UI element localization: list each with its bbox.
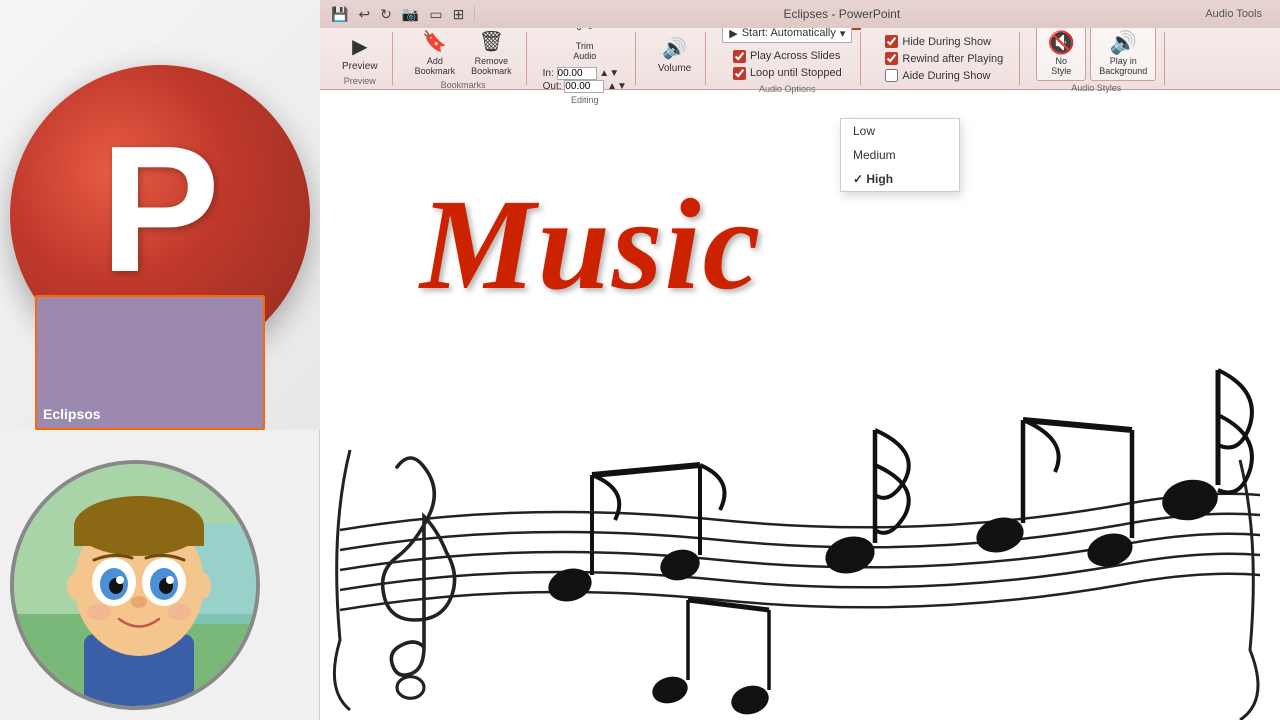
fade-duration-out: Out: ▲▼ [543, 80, 627, 93]
volume-high[interactable]: ✓ High [841, 167, 959, 191]
undo-icon[interactable]: ↩ [355, 4, 373, 25]
dropdown-arrow: ▾ [840, 27, 846, 40]
avatar [10, 460, 260, 710]
trim-label: TrimAudio [573, 41, 596, 61]
fade-in-input[interactable] [557, 67, 597, 80]
group-preview: ▶ Preview Preview [328, 32, 393, 85]
start-label: Start: Automatically [742, 27, 836, 39]
audio-tools-label: Audio Tools [1205, 8, 1262, 20]
play-icon-small: ▶ [729, 27, 737, 40]
separator [474, 6, 475, 22]
slide-thumbnail[interactable]: Eclipsos [35, 295, 265, 430]
preview-label: Preview [342, 61, 378, 72]
play-bg-label: Play inBackground [1099, 56, 1147, 76]
redo-icon[interactable]: ↻ [377, 4, 395, 25]
slide-icon[interactable]: ▭ [426, 4, 445, 25]
save-icon[interactable]: 💾 [328, 4, 351, 25]
volume-label: Volume [658, 63, 691, 74]
fade-duration-in: In: ▲▼ [543, 67, 627, 80]
play-across-slides-check[interactable]: Play Across Slides [733, 50, 842, 63]
group-audio-styles: 🔇 NoStyle 🔊 Play inBackground Audio Styl… [1028, 32, 1165, 85]
group-editing: ✂ TrimAudio In: ▲▼ Out: ▲▼ Editing [535, 32, 636, 85]
bookmarks-group-label: Bookmarks [441, 80, 486, 90]
play-bg-icon: 🔊 [1110, 30, 1137, 56]
add-bookmark-icon: 🔖 [422, 29, 447, 54]
hide-during-show-check[interactable]: Hide During Show [885, 35, 1003, 48]
volume-medium[interactable]: Medium [841, 143, 959, 167]
show-checkboxes: Hide During Show Rewind after Playing Ai… [877, 33, 1011, 84]
add-bookmark-label: AddBookmark [415, 56, 456, 76]
play-background-button[interactable]: 🔊 Play inBackground [1090, 25, 1156, 81]
group-volume: 🔊 Volume [644, 32, 706, 85]
slide-thumb-content: Eclipsos [37, 297, 263, 428]
group-audio-options: ▶ Start: Automatically ▾ Play Across Sli… [714, 32, 861, 85]
no-style-icon: 🔇 [1048, 30, 1075, 56]
preview-button[interactable]: ▶ Preview [336, 32, 384, 74]
add-bookmark-button[interactable]: 🔖 AddBookmark [409, 27, 462, 78]
group-bookmarks: 🔖 AddBookmark 🗑 RemoveBookmark Bookmarks [401, 32, 527, 85]
remove-bookmark-icon: 🗑 [479, 29, 504, 54]
no-style-button[interactable]: 🔇 NoStyle [1036, 25, 1086, 81]
ribbon-content: ▶ Preview Preview 🔖 AddBookmark 🗑 Remove… [320, 28, 1280, 89]
volume-dropdown: Low Medium ✓ High [840, 118, 960, 192]
slide-thumb-title: Eclipsos [43, 406, 101, 422]
pp-letter: P [100, 120, 220, 300]
volume-icon: 🔊 [662, 36, 687, 61]
slide-area: Music [320, 90, 1280, 720]
music-text: Music [420, 170, 762, 320]
editing-group-label: Editing [571, 95, 599, 105]
loop-until-stopped-check[interactable]: Loop until Stopped [733, 67, 842, 80]
main-content: Music [320, 0, 1280, 720]
group-show-options: Hide During Show Rewind after Playing Ai… [869, 32, 1020, 85]
preview-group-label: Preview [344, 76, 376, 86]
no-style-label: NoStyle [1051, 56, 1071, 76]
audio-style-buttons: 🔇 NoStyle 🔊 Play inBackground [1036, 25, 1156, 81]
audio-checkboxes: Play Across Slides Loop until Stopped [725, 48, 850, 82]
volume-button[interactable]: 🔊 Volume [652, 34, 697, 76]
record-icon[interactable]: 📷 [399, 4, 422, 25]
play-icon: ▶ [352, 34, 367, 59]
fade-out-input[interactable] [564, 80, 604, 93]
remove-bookmark-label: RemoveBookmark [471, 56, 512, 76]
remove-bookmark-button[interactable]: 🗑 RemoveBookmark [465, 27, 518, 78]
audio-styles-label: Audio Styles [1071, 83, 1121, 93]
title-bar: 💾 ↩ ↻ 📷 ▭ ⊞ Eclipses - PowerPoint Audio … [320, 0, 1280, 28]
aide-during-show-check[interactable]: Aide During Show [885, 69, 1003, 82]
more-icon[interactable]: ⊞ [450, 4, 468, 25]
app-title: Eclipses - PowerPoint [482, 7, 1201, 21]
audio-options-label: Audio Options [759, 84, 816, 94]
rewind-after-playing-check[interactable]: Rewind after Playing [885, 52, 1003, 65]
volume-low[interactable]: Low [841, 119, 959, 143]
left-panel: P Eclipsos [0, 0, 320, 720]
